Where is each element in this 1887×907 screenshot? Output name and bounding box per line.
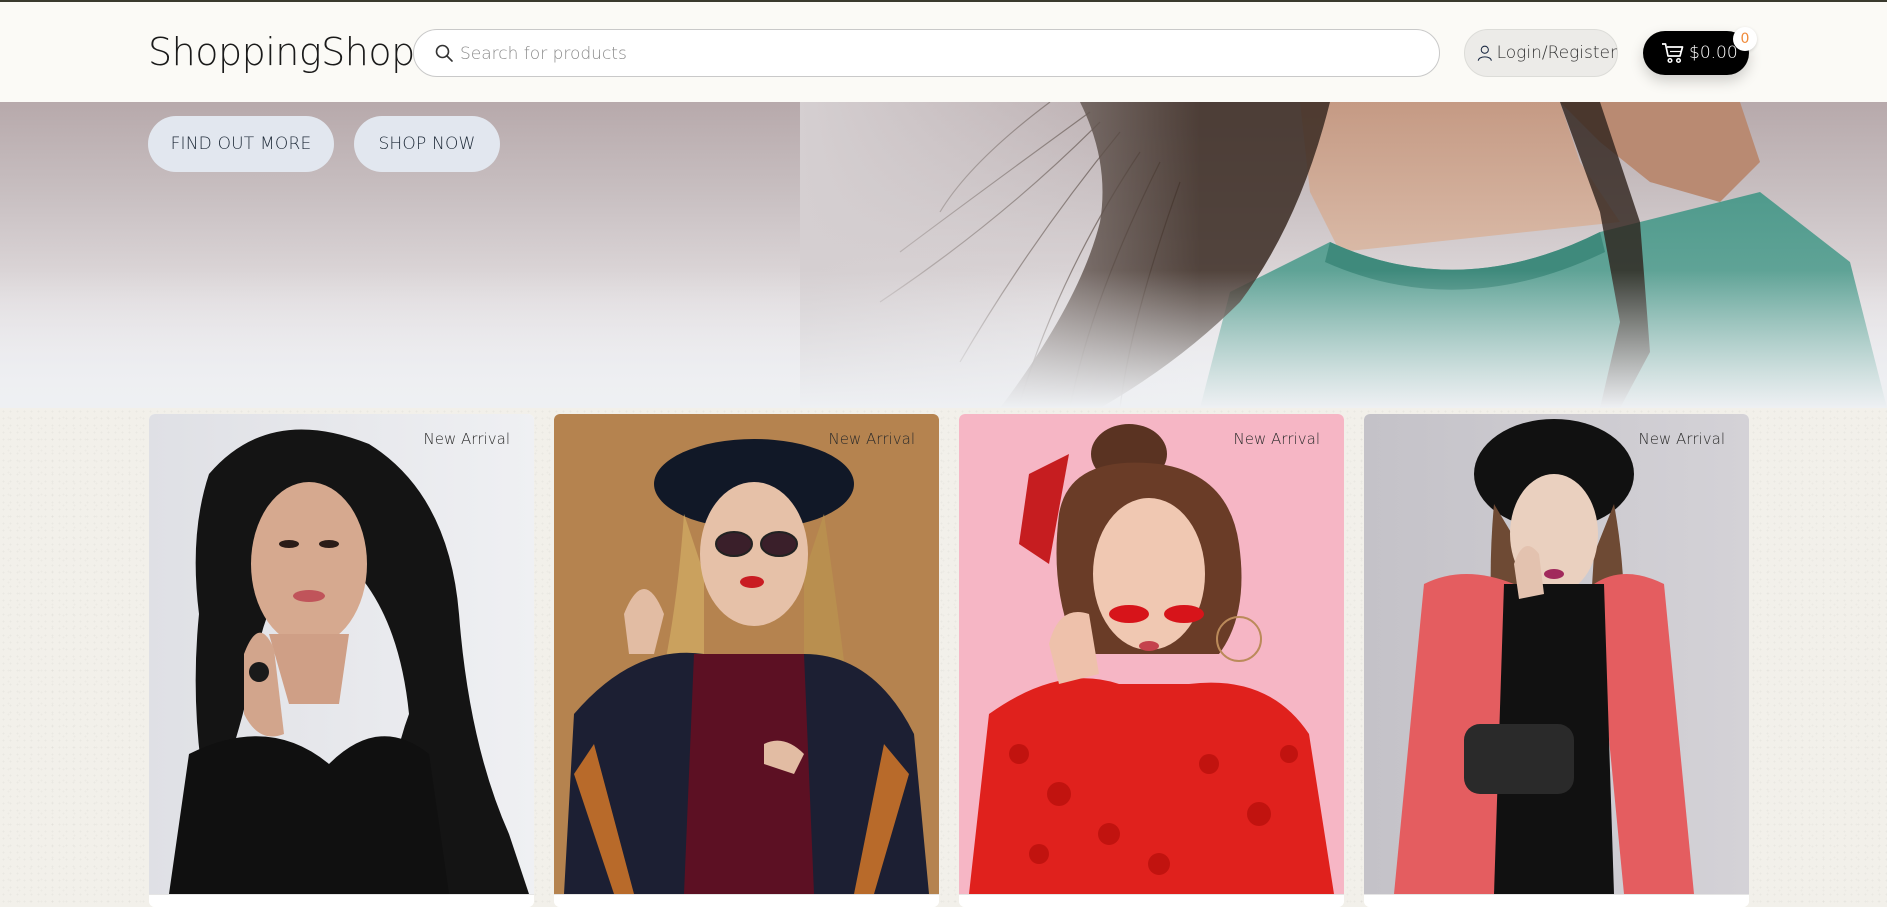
- card-footer: [149, 894, 534, 907]
- product-card[interactable]: New Arrival: [959, 414, 1344, 907]
- product-image: [1364, 414, 1749, 894]
- site-header: ShoppingShop Login/Register $0.00: [0, 2, 1887, 102]
- product-image: [149, 414, 534, 894]
- cart-total: $0.00: [1689, 43, 1738, 63]
- product-card[interactable]: New Arrival: [554, 414, 939, 907]
- new-arrival-badge: New Arrival: [828, 430, 915, 448]
- new-arrival-badge: New Arrival: [1233, 430, 1320, 448]
- user-icon: [1477, 45, 1492, 61]
- product-image: [554, 414, 939, 894]
- login-register-label: Login/Register: [1496, 43, 1617, 63]
- find-out-more-button[interactable]: FIND OUT MORE: [148, 116, 334, 172]
- cart-icon: [1662, 43, 1684, 64]
- card-footer: [1364, 894, 1749, 907]
- hero-banner: FIND OUT MORE SHOP NOW: [0, 102, 1887, 408]
- new-arrival-badge: New Arrival: [423, 430, 510, 448]
- product-card[interactable]: New Arrival: [149, 414, 534, 907]
- search-input[interactable]: [460, 38, 1420, 70]
- shop-now-button[interactable]: SHOP NOW: [354, 116, 500, 172]
- login-register-button[interactable]: Login/Register: [1464, 29, 1618, 77]
- search-icon: [435, 44, 453, 62]
- search-bar[interactable]: [413, 29, 1440, 77]
- site-logo[interactable]: ShoppingShop: [148, 30, 415, 74]
- new-arrival-badge: New Arrival: [1638, 430, 1725, 448]
- product-image: [959, 414, 1344, 894]
- product-card[interactable]: New Arrival: [1364, 414, 1749, 907]
- cart-count-badge: 0: [1733, 27, 1757, 51]
- card-footer: [959, 894, 1344, 907]
- card-footer: [554, 894, 939, 907]
